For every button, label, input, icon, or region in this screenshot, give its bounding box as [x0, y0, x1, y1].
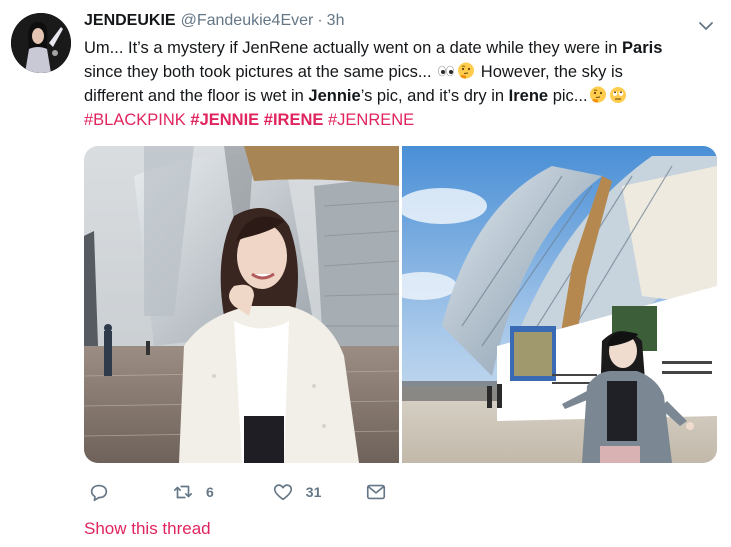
mention-jennie: Jennie [308, 87, 361, 105]
mention-irene: Irene [508, 87, 549, 105]
text-line-2: since they both took pictures at the sam… [84, 62, 623, 81]
timestamp[interactable]: 3h [327, 12, 345, 30]
direct-message-button[interactable] [365, 480, 387, 504]
tweet-actions: 6 31 [84, 480, 387, 504]
media-grid [84, 146, 717, 463]
heart-icon [272, 481, 294, 503]
tweet-header: JENDEUKIE @Fandeukie4Ever · 3h [84, 12, 344, 34]
like-button[interactable]: 31 [272, 480, 322, 504]
hashtag-irene[interactable]: #IRENE [264, 111, 324, 129]
tweet-text: Um... It’s a mystery if JenRene actually… [84, 36, 704, 132]
retweet-button[interactable]: 6 [172, 480, 214, 504]
handle[interactable]: @Fandeukie4Ever [181, 12, 314, 30]
show-thread-link[interactable]: Show this thread [84, 519, 211, 539]
text-line-1: Um... It’s a mystery if JenRene actually… [84, 39, 663, 57]
avatar[interactable] [11, 13, 71, 73]
hashtag-jennie[interactable]: #JENNIE [190, 111, 259, 129]
caret-down-icon[interactable] [696, 16, 716, 36]
mention-paris: Paris [622, 39, 663, 57]
face-with-rolling-eyes-emoji [609, 86, 627, 104]
hashtags: #BLACKPINK #JENNIE #IRENE #JENRENE [84, 108, 704, 132]
reply-button[interactable] [88, 480, 110, 504]
text-line-3: different and the floor is wet in Jennie… [84, 84, 704, 108]
reply-icon [88, 481, 110, 503]
separator-dot: · [317, 12, 323, 29]
direct-message-icon [365, 481, 387, 503]
tweet[interactable]: JENDEUKIE @Fandeukie4Ever · 3h Um... It’… [0, 0, 731, 547]
thinking-face-emoji [457, 62, 475, 80]
like-count: 31 [305, 484, 322, 500]
hashtag-jenrene[interactable]: #JENRENE [328, 111, 414, 129]
retweet-icon [172, 481, 194, 503]
thinking-face-emoji [589, 86, 607, 104]
eyes-emoji [437, 62, 455, 80]
retweet-count: 6 [206, 484, 214, 500]
display-name[interactable]: JENDEUKIE [84, 12, 176, 30]
photo-irene[interactable] [402, 146, 717, 463]
hashtag-blackpink[interactable]: #BLACKPINK [84, 111, 186, 129]
photo-jennie[interactable] [84, 146, 399, 463]
